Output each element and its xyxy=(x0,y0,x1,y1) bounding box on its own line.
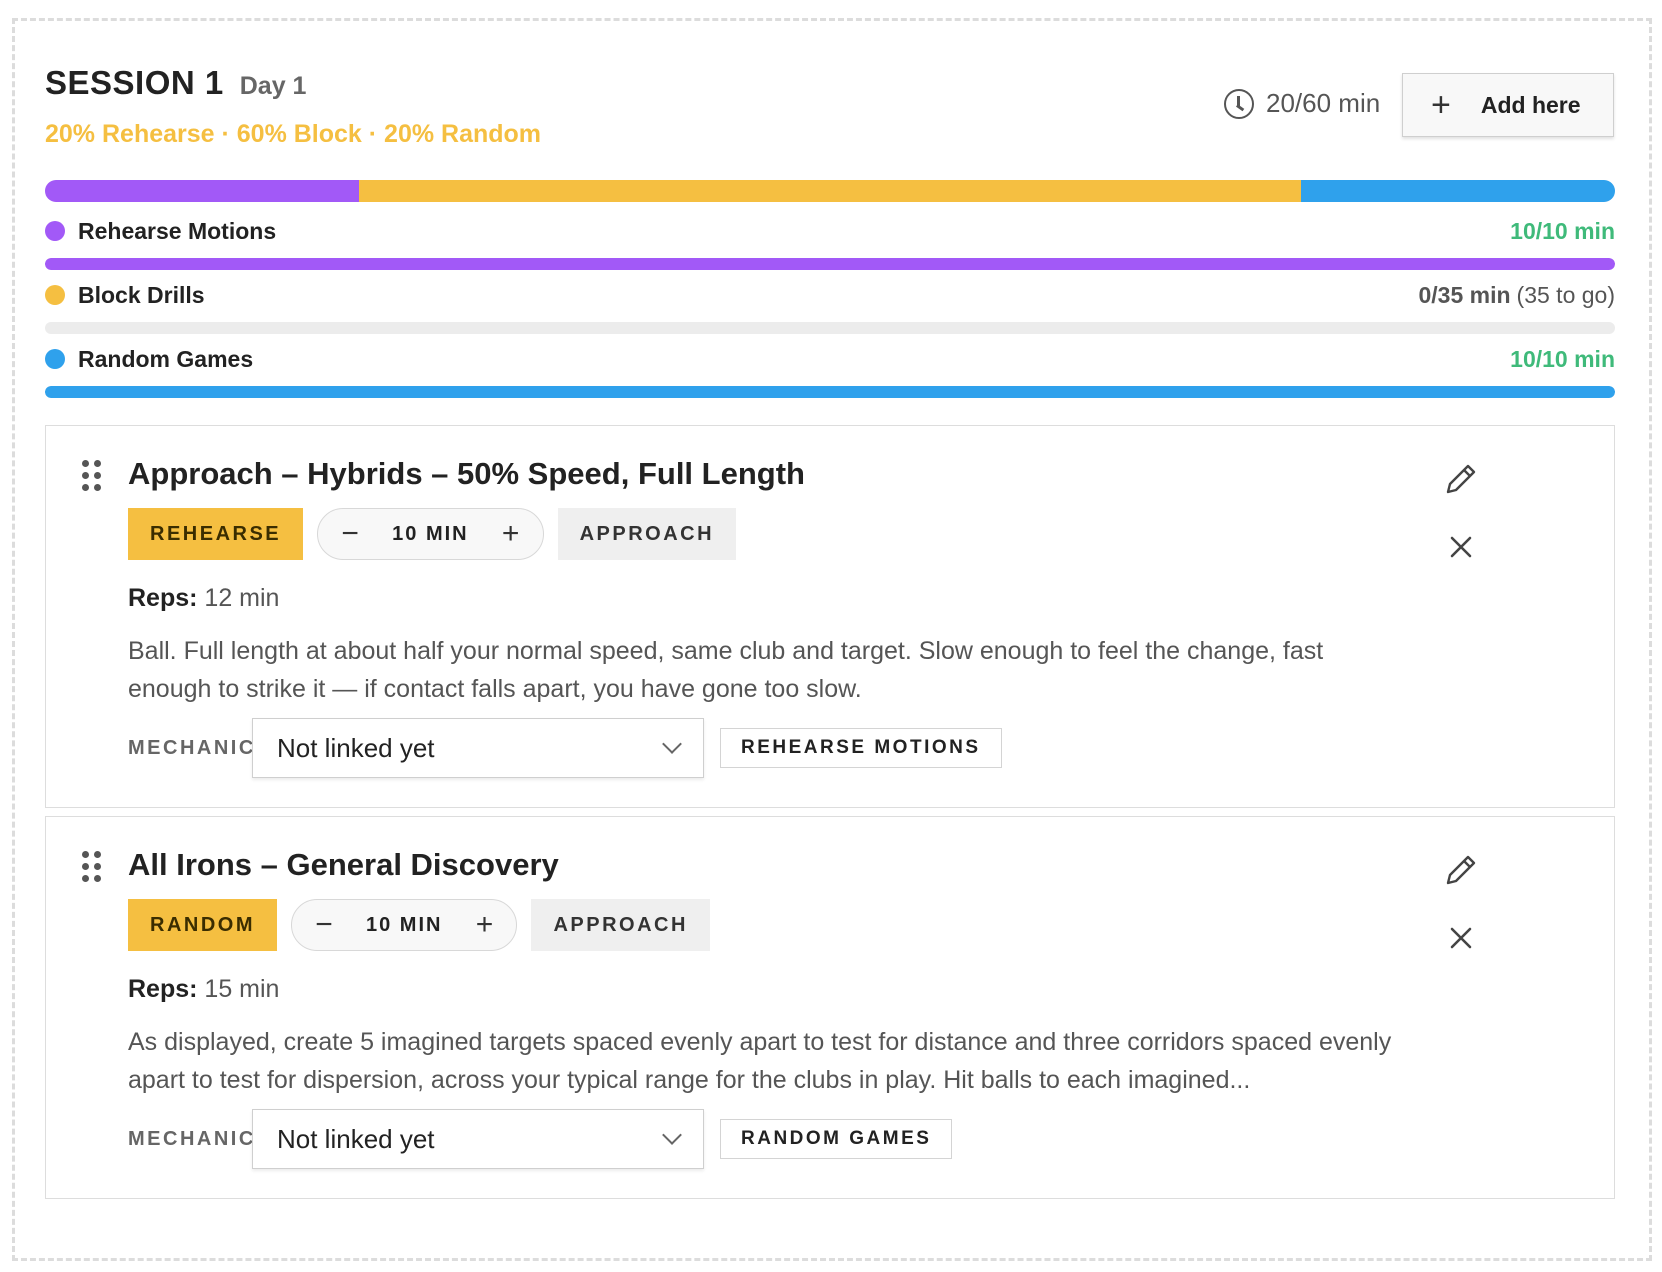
drill-category-badge: APPROACH xyxy=(557,508,737,560)
increment-button[interactable]: + xyxy=(470,910,498,940)
split-segment-rehearse xyxy=(45,180,359,202)
drill-card: Approach – Hybrids – 50% Speed, Full Len… xyxy=(45,425,1615,808)
category-row-rehearse: Rehearse Motions 10/10 min xyxy=(45,216,1615,246)
drill-type-badge: REHEARSE xyxy=(128,508,304,560)
decrement-button[interactable]: − xyxy=(310,910,338,940)
category-bar-rehearse xyxy=(45,258,1615,270)
category-bar-random xyxy=(45,386,1615,398)
drill-reps: Reps: 12 min xyxy=(128,584,279,613)
random-dot-icon xyxy=(45,349,65,369)
category-to-go: (35 to go) xyxy=(1516,281,1615,308)
duration-value: 10 MIN xyxy=(392,522,469,545)
category-minutes: 0/35 min (35 to go) xyxy=(1419,282,1616,309)
clock-icon xyxy=(1224,88,1254,119)
drill-title: Approach – Hybrids – 50% Speed, Full Len… xyxy=(128,456,805,491)
pencil-icon[interactable] xyxy=(1444,462,1478,496)
drag-handle-icon[interactable] xyxy=(82,460,102,492)
category-name: Rehearse Motions xyxy=(78,217,277,244)
category-name: Block Drills xyxy=(78,281,205,308)
drill-description: As displayed, create 5 imagined targets … xyxy=(128,1028,1392,1094)
mechanic-label: MECHANIC xyxy=(128,1127,256,1150)
category-bar-fill xyxy=(45,386,1615,398)
category-row-random: Random Games 10/10 min xyxy=(45,344,1615,374)
category-minutes-value: 10/10 min xyxy=(1510,217,1615,244)
category-name: Random Games xyxy=(78,345,254,372)
chevron-down-icon xyxy=(662,734,682,754)
mechanic-label: MECHANIC xyxy=(128,736,256,759)
duration-stepper: − 10 MIN + xyxy=(291,899,518,951)
close-icon[interactable] xyxy=(1448,925,1474,951)
drill-card: All Irons – General Discovery RANDOM − 1… xyxy=(45,816,1615,1199)
session-title: SESSION 1 xyxy=(45,64,224,101)
mechanic-category-chip[interactable]: REHEARSE MOTIONS xyxy=(720,728,1002,768)
mechanic-select[interactable]: Not linked yet xyxy=(252,1109,704,1169)
mechanic-select[interactable]: Not linked yet xyxy=(252,718,704,778)
drill-type-badge: RANDOM xyxy=(128,899,277,951)
session-split: 20% Rehearse · 60% Block · 20% Random xyxy=(45,120,542,148)
plus-icon: + xyxy=(1431,86,1451,124)
timer-value: 20/60 min xyxy=(1266,88,1381,118)
decrement-button[interactable]: − xyxy=(336,519,364,549)
category-minutes-value: 0/35 min xyxy=(1418,281,1511,308)
reps-value: 12 min xyxy=(204,584,280,612)
pencil-icon[interactable] xyxy=(1444,853,1478,887)
duration-stepper: − 10 MIN + xyxy=(317,508,544,560)
category-bar-block xyxy=(45,322,1615,334)
session-timer: 20/60 min xyxy=(1224,88,1380,119)
drill-description: Ball. Full length at about half your nor… xyxy=(128,637,1324,703)
drill-title: All Irons – General Discovery xyxy=(128,847,559,882)
reps-label: Reps: xyxy=(128,975,198,1003)
session-day: Day 1 xyxy=(239,72,307,100)
block-dot-icon xyxy=(45,285,65,305)
chevron-down-icon xyxy=(662,1125,682,1145)
rehearse-dot-icon xyxy=(45,221,65,241)
add-here-label: Add here xyxy=(1480,91,1581,118)
drag-handle-icon[interactable] xyxy=(82,851,102,883)
mechanic-select-value: Not linked yet xyxy=(277,1123,435,1154)
mechanic-row: MECHANIC Not linked yet RANDOM GAMES xyxy=(128,1109,953,1169)
duration-value: 10 MIN xyxy=(366,913,443,936)
category-row-block: Block Drills 0/35 min (35 to go) xyxy=(45,280,1615,310)
session-split-bar xyxy=(45,180,1615,202)
category-minutes-value: 10/10 min xyxy=(1510,345,1615,372)
mechanic-row: MECHANIC Not linked yet REHEARSE MOTIONS xyxy=(128,718,1002,778)
drill-reps: Reps: 15 min xyxy=(128,975,279,1004)
category-minutes: 10/10 min xyxy=(1510,218,1615,245)
split-segment-random xyxy=(1301,180,1615,202)
drill-category-badge: APPROACH xyxy=(531,899,710,951)
mechanic-select-value: Not linked yet xyxy=(277,732,435,763)
reps-value: 15 min xyxy=(204,975,280,1003)
drill-tags: REHEARSE − 10 MIN + APPROACH xyxy=(128,508,737,560)
split-segment-block xyxy=(359,180,1301,202)
mechanic-category-chip[interactable]: RANDOM GAMES xyxy=(720,1119,953,1159)
add-here-button[interactable]: + Add here xyxy=(1402,73,1614,137)
close-icon[interactable] xyxy=(1448,534,1474,560)
category-bar-fill xyxy=(45,258,1615,270)
session-header: SESSION 1 Day 1 xyxy=(45,64,306,102)
increment-button[interactable]: + xyxy=(497,519,525,549)
reps-label: Reps: xyxy=(128,584,198,612)
drill-tags: RANDOM − 10 MIN + APPROACH xyxy=(128,899,710,951)
category-minutes: 10/10 min xyxy=(1510,346,1615,373)
